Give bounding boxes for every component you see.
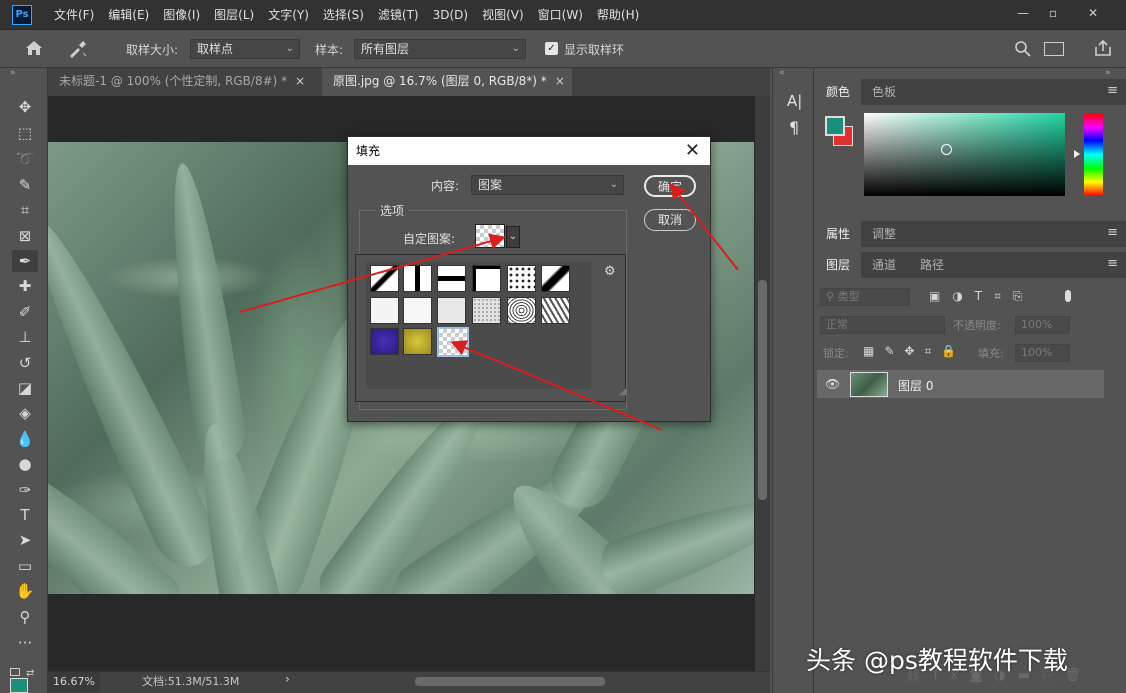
annotation-arrows [239,182,739,431]
watermark-text: 头条 @ps教程软件下载 [806,646,1068,675]
